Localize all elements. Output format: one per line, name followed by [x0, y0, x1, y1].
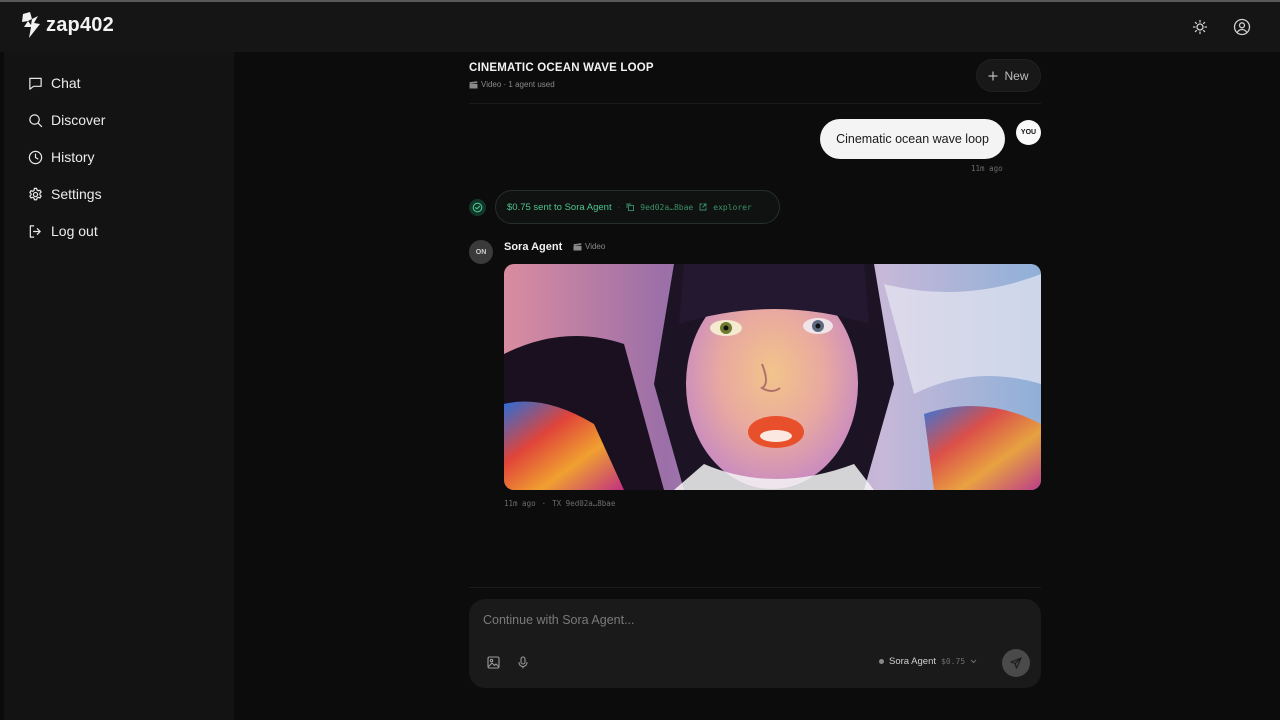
- generated-video[interactable]: [504, 264, 1041, 490]
- conversation-meta-text: Video · 1 agent used: [481, 80, 555, 89]
- conversation-meta: Video · 1 agent used: [469, 80, 555, 89]
- new-chat-button[interactable]: New: [976, 59, 1041, 92]
- external-link-icon: [699, 203, 707, 211]
- payment-separator: ·: [617, 202, 621, 212]
- agent-message-meta: 11m ago · TX 9ed02a…8bae: [504, 499, 615, 508]
- sidebar-item-discover[interactable]: Discover: [28, 108, 105, 132]
- top-bar: zap402: [0, 2, 1280, 52]
- composer-divider: [469, 587, 1041, 588]
- clock-icon: [28, 150, 43, 164]
- microphone-icon: [518, 655, 528, 669]
- sidebar-item-label: Log out: [51, 223, 98, 239]
- sidebar-item-logout[interactable]: Log out: [28, 219, 98, 243]
- theme-toggle-button[interactable]: [1187, 14, 1213, 40]
- agent-avatar: ON: [469, 240, 493, 264]
- sidebar-item-history[interactable]: History: [28, 145, 95, 169]
- payment-pill: $0.75 sent to Sora Agent · 9ed02a…8bae e…: [495, 190, 780, 224]
- user-message-time: 11m ago: [971, 164, 1003, 173]
- clapperboard-icon: [469, 80, 478, 88]
- agent-name: Sora Agent: [504, 241, 563, 253]
- logo[interactable]: zap402: [20, 10, 114, 40]
- user-avatar: YOU: [1016, 120, 1041, 145]
- sidebar-item-label: History: [51, 149, 95, 165]
- copy-icon[interactable]: [626, 203, 635, 211]
- user-message-bubble: Cinematic ocean wave loop: [820, 119, 1005, 159]
- sun-icon: [1192, 19, 1208, 35]
- agent-type-label: Video: [585, 242, 606, 251]
- app-name: zap402: [46, 13, 114, 36]
- payment-check-icon: [469, 199, 486, 216]
- sidebar-item-label: Discover: [51, 112, 106, 128]
- logout-icon: [29, 224, 41, 238]
- logo-mark-icon: [22, 12, 40, 38]
- conversation-title: CINEMATIC OCEAN WAVE LOOP: [469, 62, 654, 74]
- chat-icon: [29, 77, 42, 90]
- agent-type-badge: Video: [573, 242, 605, 251]
- payment-text: $0.75 sent to Sora Agent: [507, 201, 612, 213]
- image-icon: [486, 655, 500, 669]
- new-chat-label: New: [1004, 68, 1029, 83]
- model-selector[interactable]: Sora Agent $0.75: [879, 656, 977, 667]
- agent-message-separator: ·: [541, 499, 547, 508]
- attach-image-button[interactable]: [485, 654, 501, 670]
- message-input[interactable]: [483, 611, 1023, 629]
- explorer-link[interactable]: explorer: [713, 203, 752, 212]
- model-status-dot: [879, 659, 884, 664]
- plus-icon: [988, 70, 999, 81]
- sidebar-item-label: Settings: [51, 186, 102, 202]
- chevron-down-icon: [970, 659, 977, 664]
- header-divider: [469, 103, 1041, 104]
- voice-input-button[interactable]: [515, 654, 531, 670]
- send-icon: [1010, 657, 1022, 669]
- account-button[interactable]: [1229, 14, 1255, 40]
- model-price: $0.75: [941, 657, 966, 666]
- agent-message-time: 11m ago: [504, 499, 536, 508]
- clapperboard-icon: [573, 242, 582, 250]
- agent-message-tx[interactable]: TX 9ed02a…8bae: [552, 499, 615, 508]
- search-icon: [29, 113, 43, 127]
- model-name: Sora Agent: [889, 656, 937, 667]
- composer: Sora Agent $0.75: [469, 599, 1041, 688]
- payment-tx-hash[interactable]: 9ed02a…8bae: [640, 203, 693, 212]
- sidebar-item-settings[interactable]: Settings: [28, 182, 102, 206]
- send-button[interactable]: [1002, 649, 1030, 677]
- gear-icon: [29, 187, 42, 200]
- sidebar-item-chat[interactable]: Chat: [28, 71, 81, 95]
- sidebar-item-label: Chat: [51, 75, 81, 91]
- sidebar: Chat Discover History Settings Log out: [4, 52, 234, 720]
- user-circle-icon: [1233, 18, 1251, 36]
